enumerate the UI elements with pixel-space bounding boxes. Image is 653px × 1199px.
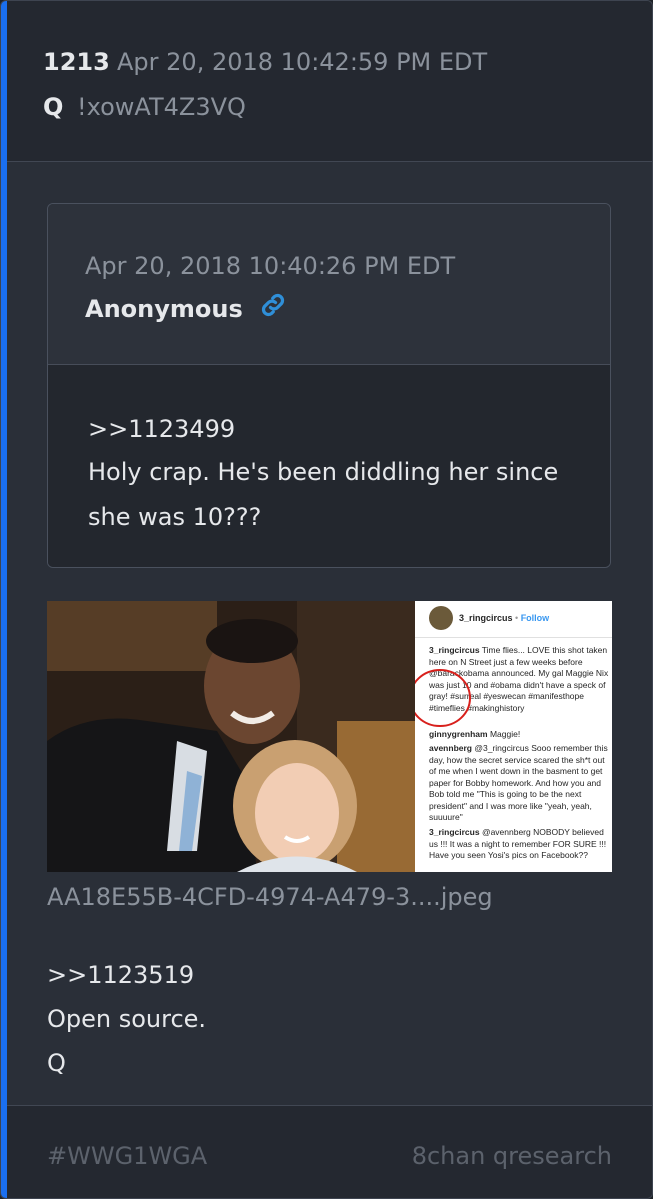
reply-link[interactable]: >>1123519 <box>47 961 194 989</box>
insta-username: 3_ringcircus <box>459 613 513 623</box>
instagram-screenshot: 3_ringcircus • Follow 3_ringcircus Time … <box>415 601 612 872</box>
insta-comment: 3_ringcircus @avennberg NOBODY believed … <box>429 827 609 862</box>
comment-text: @3_ringcircus Sooo remember this day, ho… <box>429 743 608 822</box>
quoted-post: Apr 20, 2018 10:40:26 PM EDT Anonymous >… <box>47 203 611 568</box>
post-text-line: Open source. <box>47 1005 207 1033</box>
divider <box>415 637 612 638</box>
post-header: 1213 Apr 20, 2018 10:42:59 PM EDT Q !xow… <box>7 1 652 162</box>
avatar <box>429 606 453 630</box>
footer-hashtag: #WWG1WGA <box>47 1142 208 1170</box>
image-filename[interactable]: AA18E55B-4CFD-4974-A479-3....jpeg <box>47 883 493 911</box>
quoted-post-author: Anonymous <box>85 295 243 323</box>
insta-dot: • <box>512 613 521 623</box>
comment-text: Maggie! <box>489 729 521 739</box>
photo <box>47 601 415 872</box>
quoted-reply-link[interactable]: >>1123499 <box>88 415 235 443</box>
post-signature: Q <box>47 1049 66 1077</box>
post-tripcode: !xowAT4Z3VQ <box>77 93 246 121</box>
post-card: 1213 Apr 20, 2018 10:42:59 PM EDT Q !xow… <box>0 0 653 1199</box>
comment-user: 3_ringcircus <box>429 827 480 837</box>
insta-follow: Follow <box>520 613 550 623</box>
red-circle-annotation <box>415 669 471 727</box>
attached-image[interactable]: 3_ringcircus • Follow 3_ringcircus Time … <box>47 601 612 872</box>
insta-header: 3_ringcircus • Follow <box>429 605 549 631</box>
photo-illustration <box>47 601 415 872</box>
accent-bar <box>1 1 7 1198</box>
quoted-post-date: Apr 20, 2018 10:40:26 PM EDT <box>85 252 456 280</box>
quoted-text-line: Holy crap. He's been diddling her since <box>88 458 559 486</box>
quoted-post-body: >>1123499 Holy crap. He's been diddling … <box>48 365 610 567</box>
quoted-post-header: Apr 20, 2018 10:40:26 PM EDT Anonymous <box>48 204 610 365</box>
comment-user: 3_ringcircus <box>429 645 480 655</box>
comment-user: avennberg <box>429 743 472 753</box>
link-icon[interactable] <box>258 290 288 320</box>
post-footer: #WWG1WGA 8chan qresearch <box>7 1105 652 1198</box>
quoted-text-line: she was 10??? <box>88 503 262 531</box>
footer-source: 8chan qresearch <box>411 1142 612 1170</box>
post-author: Q <box>43 93 64 121</box>
post-date: Apr 20, 2018 10:42:59 PM EDT <box>117 48 488 76</box>
post-number: 1213 <box>43 48 110 76</box>
insta-comment: avennberg @3_ringcircus Sooo remember th… <box>429 743 609 824</box>
